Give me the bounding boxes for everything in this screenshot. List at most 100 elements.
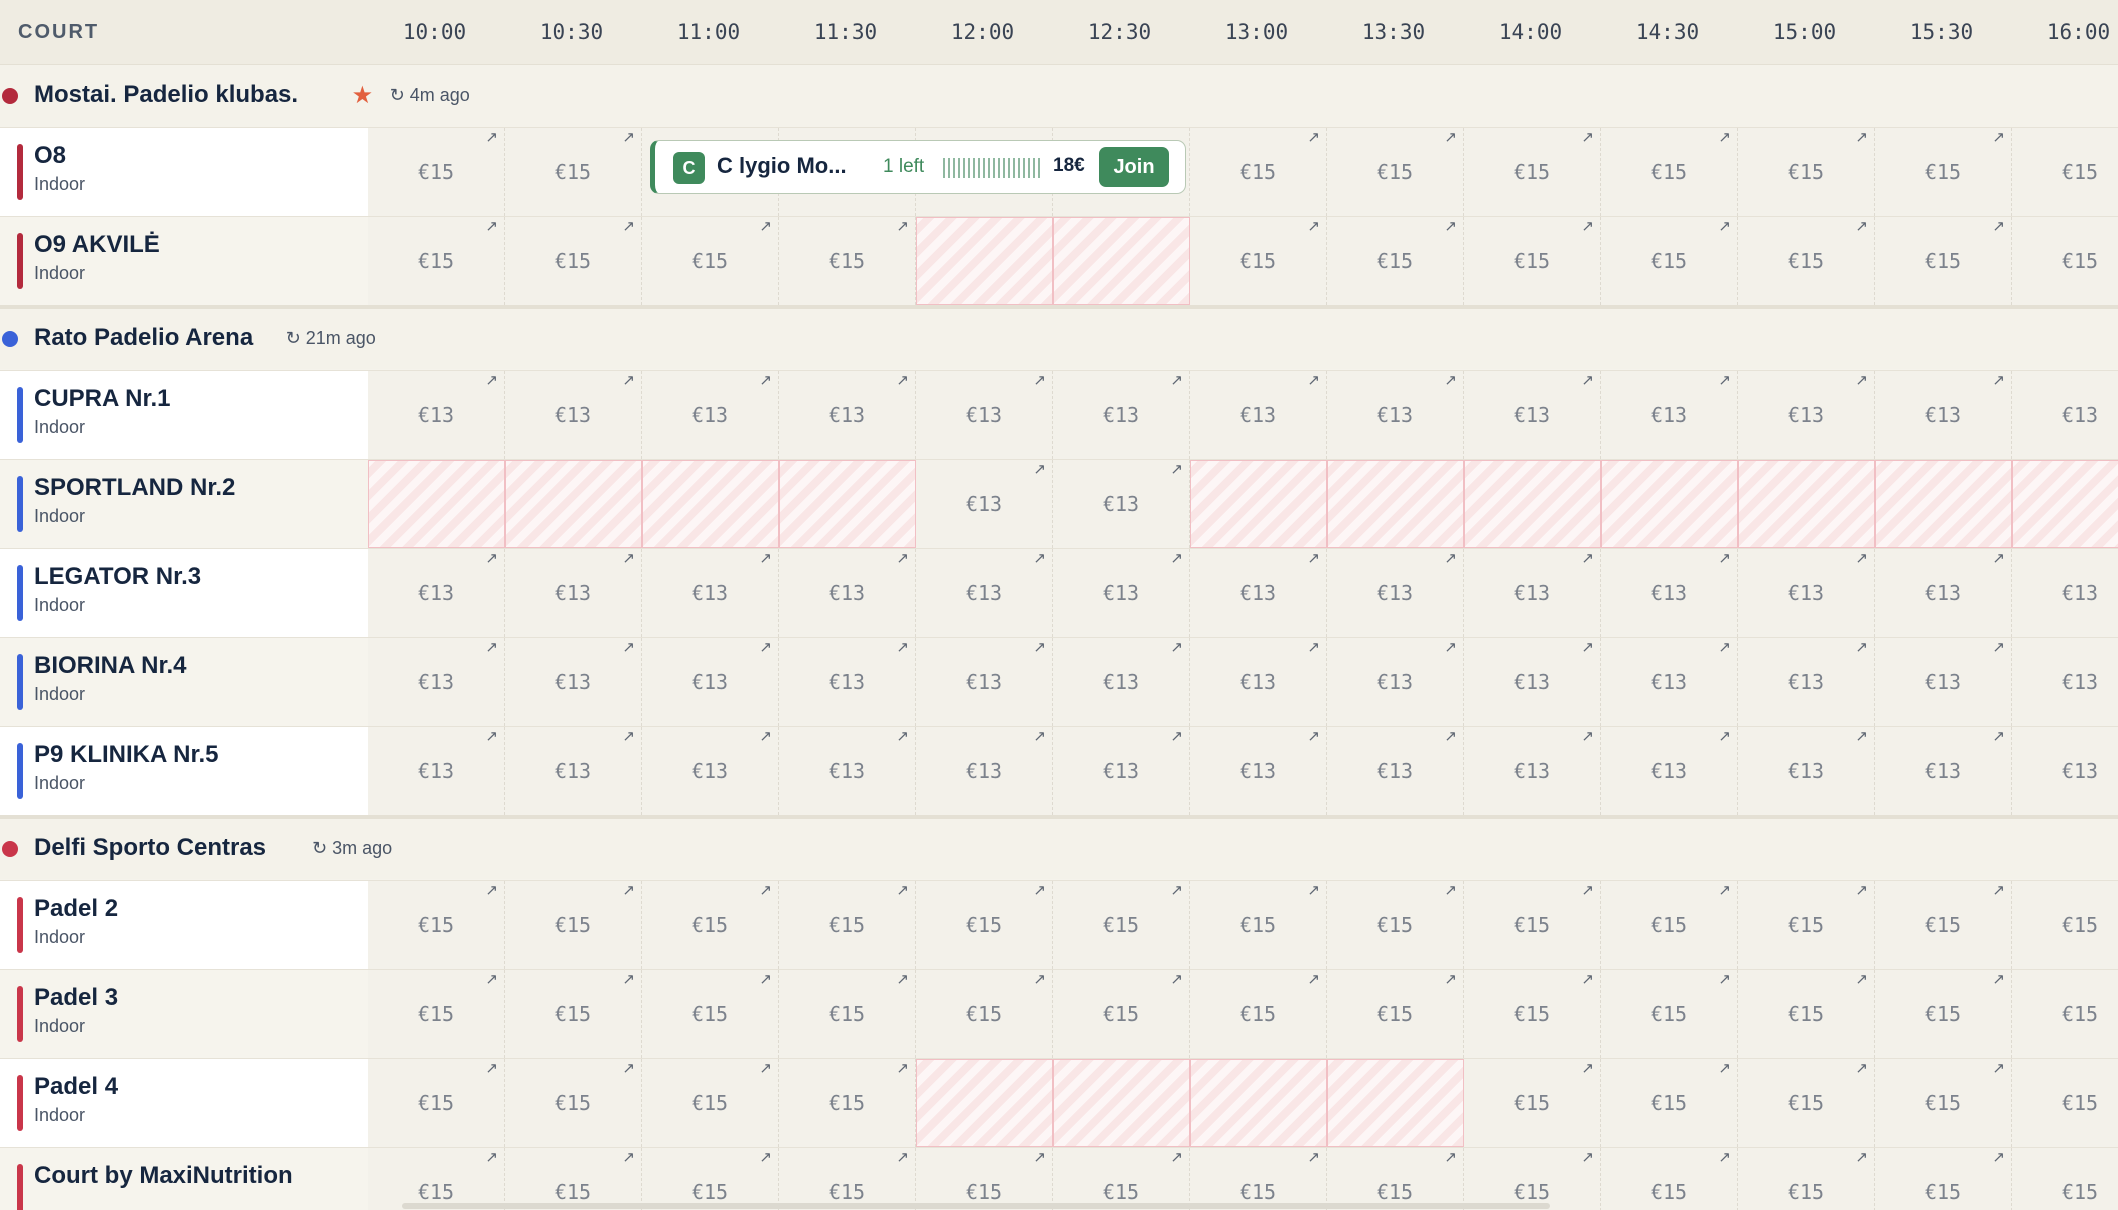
external-link-icon[interactable]: ↗ — [1170, 460, 1183, 478]
slot-cell[interactable]: €13 ↗ — [779, 549, 916, 637]
external-link-icon[interactable]: ↗ — [1581, 1059, 1594, 1077]
external-link-icon[interactable]: ↗ — [1170, 1148, 1183, 1166]
external-link-icon[interactable]: ↗ — [1033, 881, 1046, 899]
external-link-icon[interactable]: ↗ — [622, 217, 635, 235]
slot-cell[interactable]: €15↗ — [916, 1148, 1053, 1210]
slot-cell[interactable]: €15↗ — [779, 881, 916, 969]
external-link-icon[interactable]: ↗ — [1992, 371, 2005, 389]
external-link-icon[interactable]: ↗ — [1170, 549, 1183, 567]
slot-cell[interactable]: €13 ↗ — [1327, 549, 1464, 637]
slot-cell[interactable]: €13 ↗ — [1464, 727, 1601, 815]
join-button[interactable]: Join — [1099, 147, 1169, 187]
external-link-icon[interactable]: ↗ — [1855, 549, 1868, 567]
external-link-icon[interactable]: ↗ — [1444, 128, 1457, 146]
slot-cell[interactable]: €13 ↗ — [1464, 371, 1601, 459]
slot-cell[interactable]: €13 ↗ — [1053, 460, 1190, 548]
external-link-icon[interactable]: ↗ — [759, 881, 772, 899]
slot-cell[interactable]: €15↗ — [368, 128, 505, 216]
slot-cell[interactable]: €15↗ — [642, 1148, 779, 1210]
external-link-icon[interactable]: ↗ — [1855, 217, 1868, 235]
slot-cell[interactable]: €15↗ — [642, 217, 779, 305]
slot-cell[interactable]: €15↗ — [1464, 881, 1601, 969]
slot-cell[interactable]: €15↗ — [1875, 128, 2012, 216]
slot-cell[interactable]: €15↗ — [368, 217, 505, 305]
slot-cell[interactable]: €15↗ — [1875, 970, 2012, 1058]
slot-cell[interactable]: €15↗ — [1738, 1148, 1875, 1210]
external-link-icon[interactable]: ↗ — [1581, 638, 1594, 656]
external-link-icon[interactable]: ↗ — [1992, 217, 2005, 235]
slot-cell[interactable]: €13 ↗ — [779, 638, 916, 726]
slot-cell[interactable]: €15↗ — [1601, 881, 1738, 969]
slot-cell[interactable]: €13 ↗ — [1738, 549, 1875, 637]
slot-cell[interactable]: €15↗ — [2012, 970, 2118, 1058]
external-link-icon[interactable]: ↗ — [1718, 217, 1731, 235]
slot-cell[interactable]: €15↗ — [1601, 1148, 1738, 1210]
slot-cell[interactable]: €15↗ — [1601, 970, 1738, 1058]
external-link-icon[interactable]: ↗ — [485, 549, 498, 567]
external-link-icon[interactable]: ↗ — [896, 217, 909, 235]
slot-cell[interactable]: €15↗ — [916, 881, 1053, 969]
slot-cell[interactable]: €15↗ — [1738, 881, 1875, 969]
external-link-icon[interactable]: ↗ — [1992, 549, 2005, 567]
slot-cell[interactable]: €15↗ — [1190, 128, 1327, 216]
slot-cell[interactable]: €15↗ — [368, 1059, 505, 1147]
slot-cell[interactable]: €13 ↗ — [1738, 727, 1875, 815]
external-link-icon[interactable]: ↗ — [622, 970, 635, 988]
external-link-icon[interactable]: ↗ — [485, 128, 498, 146]
slot-cell[interactable]: €15↗ — [505, 1059, 642, 1147]
external-link-icon[interactable]: ↗ — [1855, 371, 1868, 389]
slot-cell[interactable]: €13 ↗ — [779, 727, 916, 815]
slot-cell[interactable]: €15↗ — [1190, 970, 1327, 1058]
external-link-icon[interactable]: ↗ — [1992, 1148, 2005, 1166]
slot-cell[interactable]: €13 ↗ — [916, 460, 1053, 548]
slot-cell[interactable]: €13 ↗ — [1053, 638, 1190, 726]
slot-cell[interactable]: €15↗ — [2012, 881, 2118, 969]
external-link-icon[interactable]: ↗ — [622, 638, 635, 656]
slot-cell[interactable]: €15↗ — [779, 970, 916, 1058]
slot-cell[interactable]: €15↗ — [642, 1059, 779, 1147]
external-link-icon[interactable]: ↗ — [1033, 1148, 1046, 1166]
slot-cell[interactable]: €15↗ — [779, 1148, 916, 1210]
slot-cell[interactable]: €13 ↗ — [1053, 727, 1190, 815]
external-link-icon[interactable]: ↗ — [1170, 970, 1183, 988]
slot-cell[interactable]: €15↗ — [1464, 1059, 1601, 1147]
external-link-icon[interactable]: ↗ — [896, 549, 909, 567]
slot-cell[interactable]: €13 ↗ — [1190, 727, 1327, 815]
slot-cell[interactable]: €15↗ — [1464, 1148, 1601, 1210]
slot-cell[interactable]: €15↗ — [1601, 128, 1738, 216]
external-link-icon[interactable]: ↗ — [896, 371, 909, 389]
slot-cell[interactable]: €13 ↗ — [1190, 371, 1327, 459]
slot-cell[interactable]: €15↗ — [1464, 128, 1601, 216]
external-link-icon[interactable]: ↗ — [1033, 727, 1046, 745]
external-link-icon[interactable]: ↗ — [1992, 727, 2005, 745]
external-link-icon[interactable]: ↗ — [1855, 1148, 1868, 1166]
external-link-icon[interactable]: ↗ — [622, 1059, 635, 1077]
slot-cell[interactable]: €15↗ — [2012, 1148, 2118, 1210]
external-link-icon[interactable]: ↗ — [1718, 1148, 1731, 1166]
slot-cell[interactable]: €15↗ — [2012, 1059, 2118, 1147]
slot-cell[interactable]: €15↗ — [505, 217, 642, 305]
slot-cell[interactable]: €15↗ — [1601, 1059, 1738, 1147]
slot-cell[interactable]: €13 ↗ — [1190, 638, 1327, 726]
slot-cell[interactable]: €15↗ — [1738, 128, 1875, 216]
slot-cell[interactable]: €13 ↗ — [642, 727, 779, 815]
external-link-icon[interactable]: ↗ — [759, 1148, 772, 1166]
slot-cell[interactable]: €13 ↗ — [505, 549, 642, 637]
slot-cell[interactable]: €15↗ — [1601, 217, 1738, 305]
slot-cell[interactable]: €15↗ — [368, 1148, 505, 1210]
external-link-icon[interactable]: ↗ — [485, 881, 498, 899]
external-link-icon[interactable]: ↗ — [1855, 128, 1868, 146]
external-link-icon[interactable]: ↗ — [1307, 549, 1320, 567]
slot-cell[interactable]: €13 ↗ — [368, 727, 505, 815]
slot-cell[interactable]: €15↗ — [1327, 970, 1464, 1058]
external-link-icon[interactable]: ↗ — [1444, 638, 1457, 656]
refresh-icon[interactable]: ↻ — [390, 85, 410, 105]
external-link-icon[interactable]: ↗ — [485, 217, 498, 235]
slot-cell[interactable]: €15↗ — [505, 970, 642, 1058]
external-link-icon[interactable]: ↗ — [896, 727, 909, 745]
external-link-icon[interactable]: ↗ — [1307, 128, 1320, 146]
external-link-icon[interactable]: ↗ — [1444, 1148, 1457, 1166]
external-link-icon[interactable]: ↗ — [896, 1148, 909, 1166]
external-link-icon[interactable]: ↗ — [485, 638, 498, 656]
slot-cell[interactable]: €15↗ — [1464, 217, 1601, 305]
